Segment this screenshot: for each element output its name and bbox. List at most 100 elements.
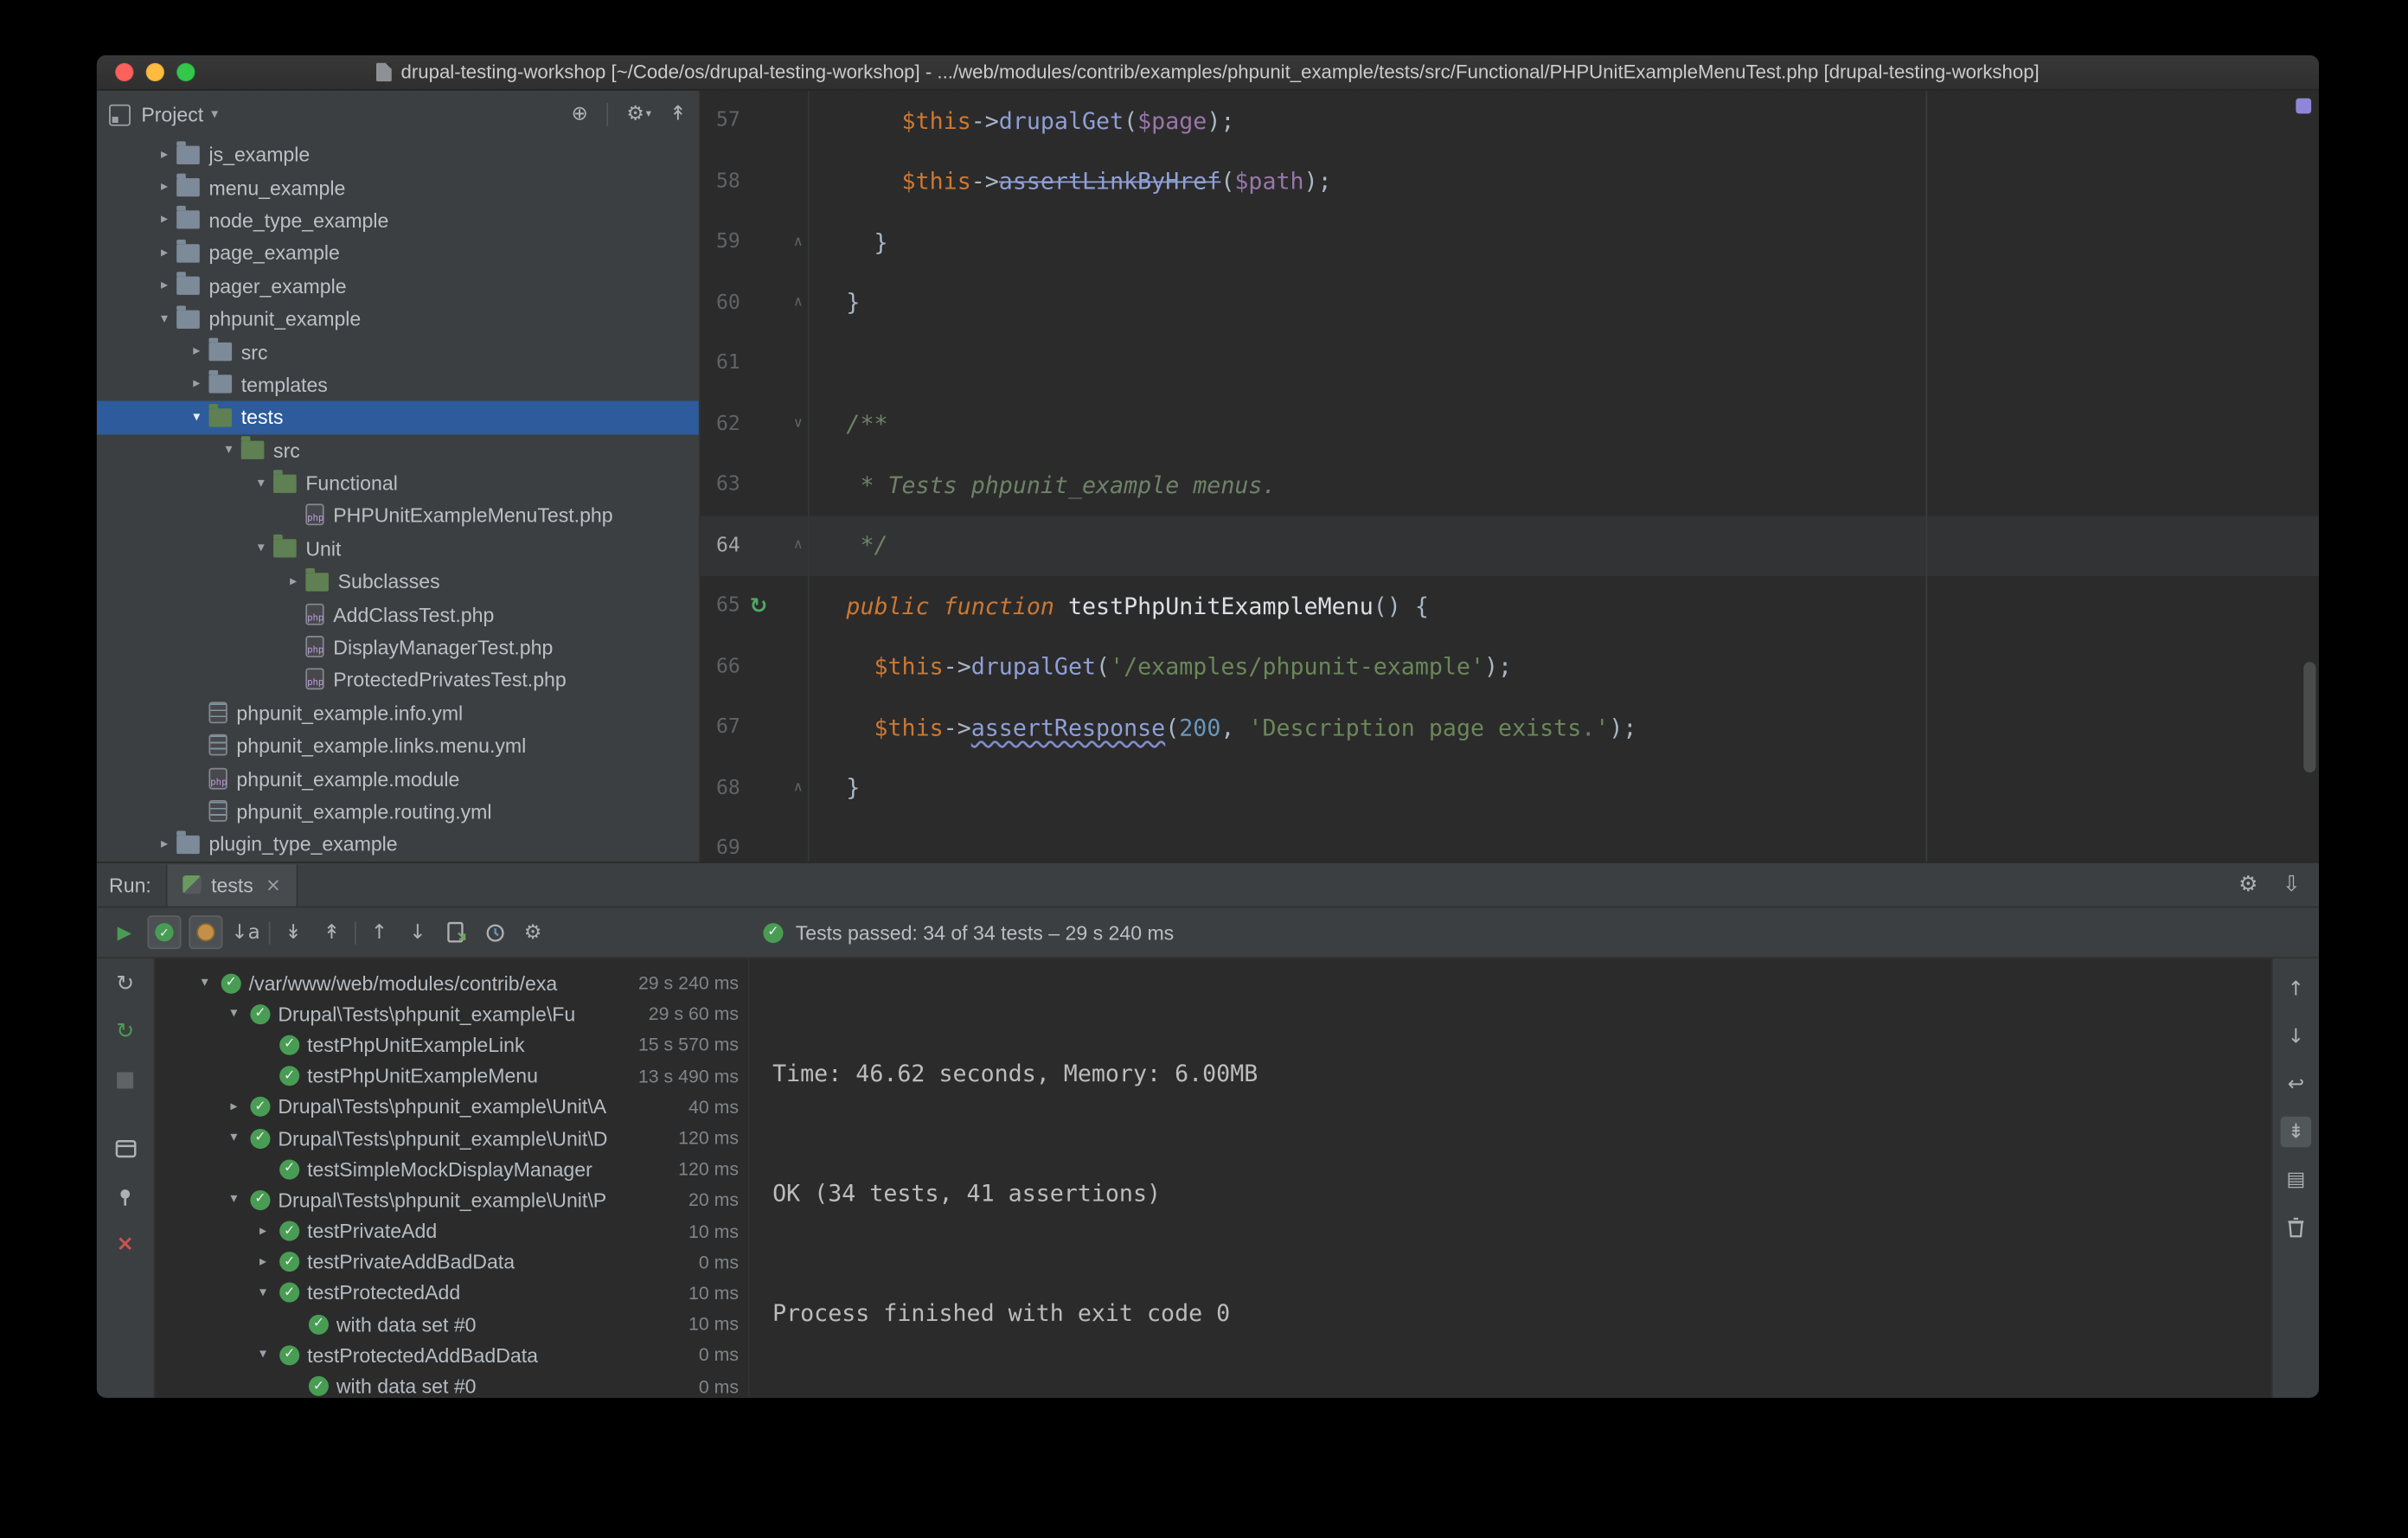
editor-line[interactable]: 57 $this->drupalGet($page); (701, 90, 2319, 151)
rerun-tests-button[interactable]: ▶ (109, 917, 140, 948)
project-tree-item[interactable]: ▸ pager_example (97, 270, 699, 303)
project-tree-item[interactable]: phpunit_example.routing.yml (97, 795, 699, 828)
editor-line[interactable]: 67 $this->assertResponse(200, 'Descripti… (701, 697, 2319, 759)
zoom-window-button[interactable] (176, 62, 195, 82)
test-tree-row[interactable]: ✓ testPhpUnitExampleLink 15 s 570 ms (155, 1029, 747, 1061)
project-tree-item[interactable]: php DisplayManagerTest.php (97, 631, 699, 663)
project-tree-item[interactable]: phpunit_example.info.yml (97, 696, 699, 729)
inspections-indicator[interactable] (2296, 98, 2312, 114)
close-window-button[interactable] (115, 62, 134, 82)
scroll-down-icon[interactable]: ↓ (2281, 1022, 2312, 1053)
chevron-down-icon[interactable]: ▾ (154, 311, 176, 327)
editor-line[interactable]: 66 $this->drupalGet('/examples/phpunit-e… (701, 636, 2319, 698)
next-failed-test-icon[interactable]: ↓ (402, 917, 433, 948)
project-tree-item[interactable]: php PHPUnitExampleMenuTest.php (97, 500, 699, 533)
chevron-right-icon[interactable]: ▸ (259, 1223, 279, 1239)
expand-all-icon[interactable]: ↡ (278, 917, 309, 948)
project-tree-item[interactable]: ▾ phpunit_example (97, 303, 699, 336)
editor-line[interactable]: 59 ∧ } (701, 212, 2319, 273)
run-settings-gear-icon[interactable]: ⚙ (517, 917, 548, 948)
test-tree-row[interactable]: ✓ with data set #0 0 ms (155, 1371, 747, 1398)
project-tree-item[interactable]: ▾ Functional (97, 467, 699, 500)
test-tree-row[interactable]: ▾ ✓ Drupal\Tests\phpunit_example\Fu 29 s 60… (155, 998, 747, 1029)
project-tree-item[interactable]: php AddClassTest.php (97, 599, 699, 631)
test-tree-row[interactable]: ✓ testPhpUnitExampleMenu 13 s 490 ms (155, 1061, 747, 1092)
editor-line[interactable]: 65 ↻ public function testPhpUnitExampleMe… (701, 575, 2319, 637)
chevron-right-icon[interactable]: ▸ (186, 344, 208, 360)
project-tree-item[interactable]: php ProtectedPrivatesTest.php (97, 663, 699, 696)
restore-layout-icon[interactable] (112, 1135, 139, 1163)
stop-icon[interactable]: ■ (112, 1066, 139, 1093)
chevron-right-icon[interactable]: ▸ (283, 574, 304, 590)
minimize-window-button[interactable] (145, 62, 164, 82)
clear-console-icon[interactable] (2281, 1212, 2312, 1243)
chevron-right-icon[interactable]: ▸ (154, 213, 176, 228)
chevron-down-icon[interactable]: ▾ (250, 542, 272, 557)
project-tree-item[interactable]: php phpunit_example.module (97, 762, 699, 795)
project-tree-item[interactable]: ▸ js_example (97, 138, 699, 171)
editor-line[interactable]: 61 (701, 333, 2319, 394)
rerun-icon[interactable]: ↻ (112, 971, 139, 998)
locate-file-icon[interactable]: ⊕ (572, 103, 588, 126)
editor-line[interactable]: 58 $this->assertLinkByHref($path); (701, 151, 2319, 213)
chevron-down-icon[interactable]: ▾ (211, 106, 218, 124)
test-tree-row[interactable]: ▾ ✓ Drupal\Tests\phpunit_example\Unit\P 20 … (155, 1184, 747, 1215)
test-tree-row[interactable]: ▸ ✓ Drupal\Tests\phpunit_example\Unit\A 40 … (155, 1092, 747, 1123)
chevron-right-icon[interactable]: ▸ (154, 246, 176, 261)
settings-gear-icon[interactable]: ⚙ (2238, 872, 2258, 896)
chevron-down-icon[interactable]: ▾ (230, 1193, 250, 1208)
test-history-icon[interactable] (479, 917, 510, 948)
fold-marker[interactable]: ∧ (793, 295, 804, 311)
chevron-right-icon[interactable]: ▸ (259, 1254, 279, 1270)
console-output[interactable]: Time: 46.62 seconds, Memory: 6.00MB OK (3… (749, 958, 2271, 1398)
project-tree-item[interactable]: ▸ plugin_type_example (97, 828, 699, 861)
editor[interactable]: 57 $this->drupalGet($page); 58 $this->ass… (700, 90, 2320, 862)
collapse-all-icon[interactable]: ↟ (669, 103, 686, 126)
chevron-down-icon[interactable]: ▾ (230, 1006, 250, 1022)
show-passed-toggle[interactable]: ✓ (147, 915, 182, 950)
project-tree-item[interactable]: ▾ tests (96, 401, 699, 434)
test-tree-row[interactable]: ▾ ✓ /var/www/web/modules/contrib/exa 29 s 2… (155, 968, 747, 999)
chevron-right-icon[interactable]: ▸ (230, 1099, 250, 1115)
fold-marker[interactable]: ∧ (793, 234, 804, 250)
editor-scrollbar-thumb[interactable] (2303, 662, 2316, 773)
chevron-down-icon[interactable]: ▾ (186, 410, 208, 426)
project-tree-item[interactable]: phpunit_example.links.menu.yml (97, 729, 699, 762)
project-tree-item[interactable]: ▸ Subclasses (97, 566, 699, 599)
test-tree-row[interactable]: ▾ ✓ Drupal\Tests\phpunit_example\Unit\D 120… (155, 1123, 747, 1154)
project-tree-item[interactable]: ▾ src (97, 434, 699, 467)
editor-line[interactable]: 63 * Tests phpunit_example menus. (701, 454, 2319, 516)
pin-icon[interactable] (112, 1182, 139, 1210)
chevron-right-icon[interactable]: ▸ (186, 377, 208, 393)
test-tree-row[interactable]: ▾ ✓ testProtectedAddBadData 0 ms (155, 1340, 747, 1371)
hide-panel-icon[interactable]: ⇩ (2283, 872, 2301, 896)
chevron-down-icon[interactable]: ▾ (259, 1348, 279, 1363)
soft-wrap-icon[interactable]: ↩ (2281, 1069, 2312, 1100)
fold-marker[interactable]: ∧ (793, 780, 804, 796)
rerun-failed-tests-icon[interactable]: ↻ (112, 1018, 139, 1046)
chevron-down-icon[interactable]: ▾ (230, 1131, 250, 1146)
chevron-down-icon[interactable]: ▾ (218, 443, 240, 458)
import-test-results-icon[interactable] (441, 917, 472, 948)
project-tree-item[interactable]: ▸ src (97, 336, 699, 368)
project-tree-item[interactable]: ▾ Unit (97, 533, 699, 566)
chevron-down-icon[interactable]: ▾ (259, 1285, 279, 1301)
collapse-all-icon[interactable]: ↟ (317, 917, 348, 948)
chevron-right-icon[interactable]: ▸ (154, 279, 176, 294)
previous-failed-test-icon[interactable]: ↑ (364, 917, 395, 948)
scroll-up-icon[interactable]: ↑ (2281, 974, 2312, 1005)
project-tree-item[interactable]: ▸ node_type_example (97, 204, 699, 237)
editor-line[interactable]: 68 ∧ } (701, 758, 2319, 819)
test-tree-row[interactable]: ✓ testSimpleMockDisplayManager 120 ms (155, 1154, 747, 1185)
tab-tests[interactable]: tests × (166, 863, 298, 906)
print-icon[interactable]: ▤ (2281, 1164, 2312, 1195)
close-icon[interactable]: × (112, 1230, 139, 1258)
close-tab-icon[interactable]: × (266, 874, 281, 895)
project-tree[interactable]: ▸ js_example ▸ menu_example ▸ node_type_examp… (96, 138, 699, 862)
test-tree-row[interactable]: ▾ ✓ testProtectedAdd 10 ms (155, 1278, 747, 1309)
chevron-down-icon[interactable]: ▾ (202, 976, 221, 991)
editor-line[interactable]: 60 ∧ } (701, 272, 2319, 334)
test-tree[interactable]: ▾ ✓/var/www/web/modules/contrib/exa 29 s 2… (155, 958, 750, 1398)
chevron-right-icon[interactable]: ▸ (154, 147, 176, 163)
test-tree-row[interactable]: ▸ ✓ testPrivateAdd 10 ms (155, 1215, 747, 1246)
